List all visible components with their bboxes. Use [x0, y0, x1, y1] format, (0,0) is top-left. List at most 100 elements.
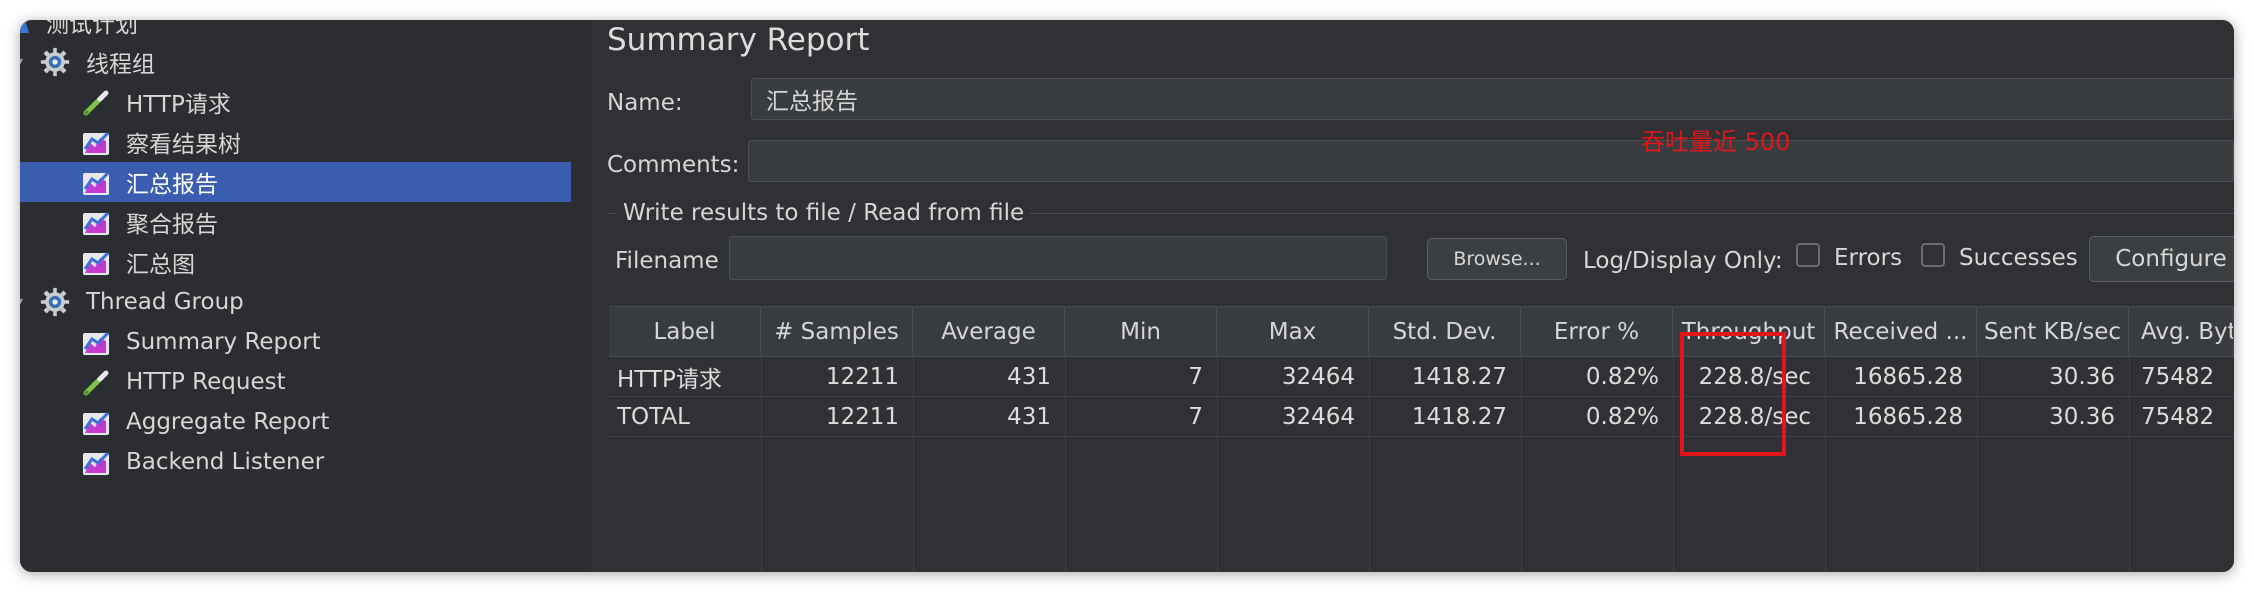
tree-item-label: 聚合报告: [126, 212, 218, 238]
column-header-min[interactable]: Min: [1065, 307, 1217, 357]
tree-item-label: 测试计划: [46, 20, 138, 38]
tree-item-label: HTTP Request: [126, 369, 286, 395]
listener-chart-icon: [82, 328, 112, 358]
column-divider: [1977, 357, 1978, 572]
table-cell[interactable]: 431: [913, 397, 1065, 437]
column-divider: [1825, 357, 1826, 572]
tree-item-summary-report-cn[interactable]: 汇总报告: [20, 162, 571, 202]
tree-item-label: Aggregate Report: [126, 409, 330, 435]
table-cell[interactable]: 16865.28: [1825, 397, 1977, 437]
table-cell[interactable]: 431: [913, 357, 1065, 397]
column-header-std-dev[interactable]: Std. Dev.: [1369, 307, 1521, 357]
jmeter-window: 测试计划 ▾ 线程组 HTTP请求 察看结果树 汇总报告: [20, 20, 2234, 572]
expand-caret-icon[interactable]: ▾: [20, 294, 30, 310]
listener-chart-icon: [82, 168, 112, 198]
tree-item-label: 汇总图: [126, 252, 195, 278]
tree-item-backend-listener[interactable]: Backend Listener: [20, 442, 571, 482]
table-cell[interactable]: 1418.27: [1369, 357, 1521, 397]
successes-checkbox[interactable]: [1921, 243, 1945, 267]
browse-button[interactable]: Browse...: [1427, 238, 1567, 280]
name-field[interactable]: 汇总报告: [751, 78, 2234, 120]
table-cell[interactable]: HTTP请求: [609, 357, 761, 397]
page-title: Summary Report: [607, 22, 870, 58]
listener-chart-icon: [82, 128, 112, 158]
tree-item-test-plan[interactable]: 测试计划: [20, 20, 571, 42]
test-plan-tree: 测试计划 ▾ 线程组 HTTP请求 察看结果树 汇总报告: [20, 20, 572, 572]
table-cell[interactable]: 75482: [2129, 357, 2234, 397]
tree-item-http-request[interactable]: HTTP Request: [20, 362, 571, 402]
tree-item-summary-graph-cn[interactable]: 汇总图: [20, 242, 571, 282]
column-divider: [1673, 357, 1674, 572]
table-cell[interactable]: 7: [1065, 397, 1217, 437]
errors-checkbox[interactable]: [1796, 243, 1820, 267]
tree-item-label: 察看结果树: [126, 132, 241, 158]
tree-item-view-results-tree[interactable]: 察看结果树: [20, 122, 571, 162]
gear-icon: [40, 287, 70, 317]
table-cell[interactable]: 30.36: [1977, 397, 2129, 437]
column-divider: [1521, 357, 1522, 572]
table-cell[interactable]: 32464: [1217, 397, 1369, 437]
log-display-only-label: Log/Display Only:: [1583, 248, 1783, 274]
test-plan-icon: [20, 20, 38, 37]
table-cell[interactable]: 7: [1065, 357, 1217, 397]
column-header-sent[interactable]: Sent KB/sec: [1977, 307, 2129, 357]
name-label: Name:: [607, 90, 683, 116]
comments-field[interactable]: [748, 140, 2234, 182]
tree-item-summary-report[interactable]: Summary Report: [20, 322, 571, 362]
configure-button[interactable]: Configure: [2089, 236, 2234, 282]
tree-item-label: 线程组: [86, 52, 155, 78]
tree-item-aggregate-report[interactable]: Aggregate Report: [20, 402, 571, 442]
name-value: 汇总报告: [766, 89, 858, 115]
expand-caret-icon[interactable]: ▾: [20, 54, 30, 70]
file-group-title: Write results to file / Read from file: [617, 200, 1031, 226]
filename-label: Filename: [615, 248, 719, 274]
listener-chart-icon: [82, 408, 112, 438]
table-cell[interactable]: 32464: [1217, 357, 1369, 397]
tree-item-label: 汇总报告: [126, 172, 218, 198]
column-header-avg-bytes[interactable]: Avg. Bytes: [2129, 307, 2234, 357]
table-cell[interactable]: 0.82%: [1521, 397, 1673, 437]
gear-icon: [40, 47, 70, 77]
tree-item-label: Thread Group: [86, 289, 244, 315]
column-header-received[interactable]: Received ...: [1825, 307, 1977, 357]
pipette-icon: [82, 367, 112, 397]
column-divider: [2129, 357, 2130, 572]
table-cell[interactable]: TOTAL: [609, 397, 761, 437]
table-cell[interactable]: 30.36: [1977, 357, 2129, 397]
pipette-icon: [82, 87, 112, 117]
results-table: Label # Samples Average Min Max Std. Dev…: [609, 306, 2234, 572]
column-divider: [1217, 357, 1218, 572]
tree-item-label: Summary Report: [126, 329, 321, 355]
column-header-samples[interactable]: # Samples: [761, 307, 913, 357]
errors-label: Errors: [1834, 245, 1903, 271]
table-cell[interactable]: 16865.28: [1825, 357, 1977, 397]
tree-item-thread-group-cn[interactable]: ▾ 线程组: [20, 42, 571, 82]
column-divider: [1065, 357, 1066, 572]
column-header-max[interactable]: Max: [1217, 307, 1369, 357]
table-cell[interactable]: 75482: [2129, 397, 2234, 437]
listener-chart-icon: [82, 208, 112, 238]
listener-chart-icon: [82, 448, 112, 478]
table-cell[interactable]: 12211: [761, 357, 913, 397]
throughput-highlight-box: [1680, 332, 1786, 456]
table-cell[interactable]: 0.82%: [1521, 357, 1673, 397]
successes-label: Successes: [1959, 245, 2078, 271]
tree-item-label: HTTP请求: [126, 92, 231, 118]
column-divider: [1369, 357, 1370, 572]
filename-input[interactable]: [729, 236, 1387, 280]
tree-item-label: Backend Listener: [126, 449, 325, 475]
column-header-average[interactable]: Average: [913, 307, 1065, 357]
summary-report-panel: Summary Report Name: 汇总报告 Comments: Writ…: [591, 20, 2234, 572]
column-divider: [761, 357, 762, 572]
column-divider: [913, 357, 914, 572]
throughput-annotation: 吞吐量近 500: [1641, 128, 1791, 156]
comments-label: Comments:: [607, 152, 740, 178]
tree-item-http-request-cn[interactable]: HTTP请求: [20, 82, 571, 122]
column-header-label[interactable]: Label: [609, 307, 761, 357]
tree-item-aggregate-report-cn[interactable]: 聚合报告: [20, 202, 571, 242]
column-header-error-pct[interactable]: Error %: [1521, 307, 1673, 357]
table-cell[interactable]: 1418.27: [1369, 397, 1521, 437]
table-cell[interactable]: 12211: [761, 397, 913, 437]
splitter[interactable]: [571, 20, 592, 572]
tree-item-thread-group[interactable]: ▾ Thread Group: [20, 282, 571, 322]
